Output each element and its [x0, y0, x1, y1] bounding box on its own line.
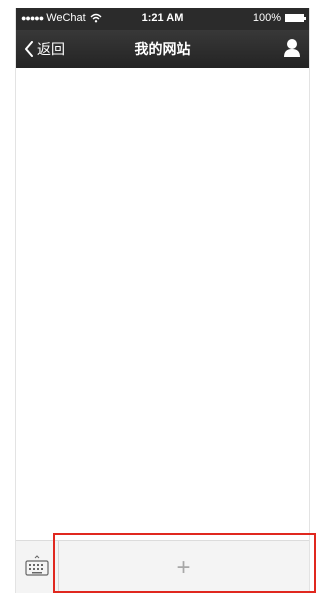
status-bar: ●●●●● WeChat 1:21 AM 100%: [16, 8, 309, 30]
navigation-bar: 返回 我的网站: [16, 30, 309, 68]
person-icon[interactable]: [283, 38, 301, 58]
phone-screen: ●●●●● WeChat 1:21 AM 100% 返回 我的网站 +: [15, 8, 310, 593]
page-title: 我的网站: [134, 41, 191, 57]
battery-icon: [285, 14, 306, 22]
battery-percent: 100%: [252, 12, 281, 24]
content-area: [16, 68, 309, 540]
status-right: 100%: [252, 12, 306, 24]
add-menu-button[interactable]: +: [60, 543, 307, 592]
custom-menu-bar: +: [16, 540, 309, 593]
menu-divider: [58, 541, 59, 593]
keyboard-icon[interactable]: [24, 553, 50, 579]
